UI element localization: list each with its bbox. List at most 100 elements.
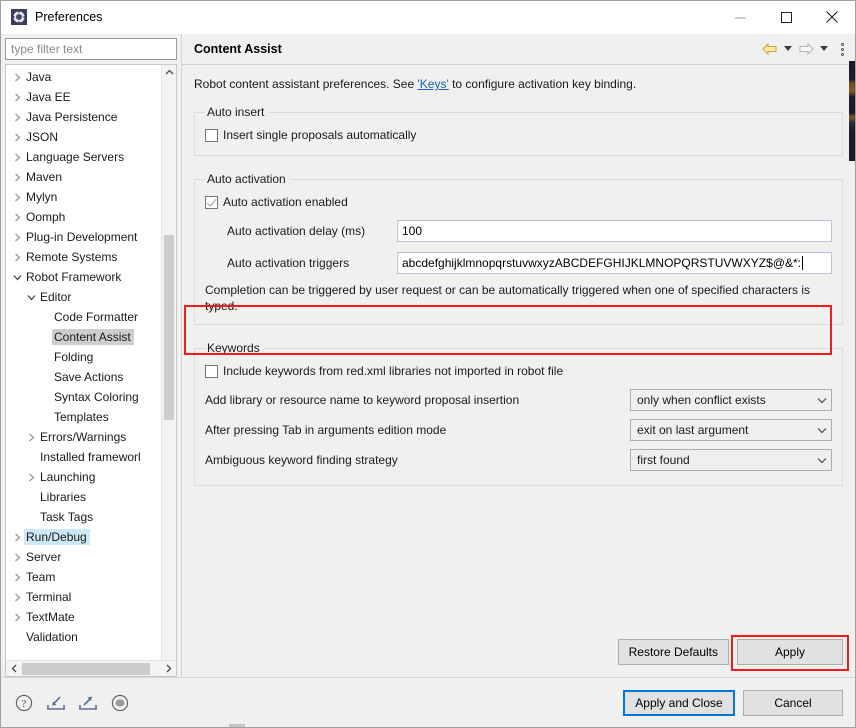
sidebar-item-code-formatter[interactable]: Code Formatter — [6, 307, 176, 327]
sidebar-item-terminal[interactable]: Terminal — [6, 587, 176, 607]
chevron-right-icon[interactable] — [10, 133, 24, 142]
auto-activation-enabled-checkbox[interactable] — [205, 195, 218, 209]
sidebar-item-robot-framework[interactable]: Robot Framework — [6, 267, 176, 287]
chevron-right-icon[interactable] — [10, 233, 24, 242]
dropdown-value: exit on last argument — [637, 423, 749, 437]
cancel-button[interactable]: Cancel — [743, 689, 843, 716]
record-icon[interactable] — [109, 692, 131, 714]
sidebar-item-libraries[interactable]: Libraries — [6, 487, 176, 507]
scroll-right-icon[interactable] — [160, 661, 176, 677]
include-keywords-checkbox-row[interactable]: Include keywords from red.xml libraries … — [205, 361, 832, 381]
sidebar-item-editor[interactable]: Editor — [6, 287, 176, 307]
tree-vertical-scrollbar[interactable] — [161, 65, 176, 676]
minimize-button[interactable] — [717, 1, 763, 34]
footer-icon-bar: ? — [13, 692, 623, 714]
sidebar-item-folding[interactable]: Folding — [6, 347, 176, 367]
sidebar-item-syntax-coloring[interactable]: Syntax Coloring — [6, 387, 176, 407]
chevron-right-icon[interactable] — [24, 473, 38, 482]
chevron-down-icon[interactable] — [817, 397, 827, 404]
sidebar-item-java-persistence[interactable]: Java Persistence — [6, 107, 176, 127]
back-dropdown-icon[interactable] — [782, 39, 794, 59]
back-arrow-icon[interactable] — [760, 39, 780, 59]
tree-scroll-thumb[interactable] — [164, 235, 174, 420]
keyword-setting-dropdown[interactable]: first found — [630, 449, 832, 471]
chevron-right-icon[interactable] — [10, 253, 24, 262]
hscroll-track[interactable] — [22, 661, 160, 677]
close-button[interactable] — [809, 1, 855, 34]
sidebar-item-validation[interactable]: Validation — [6, 627, 176, 647]
sidebar-item-content-assist[interactable]: Content Assist — [6, 327, 176, 347]
scroll-up-icon[interactable] — [162, 65, 176, 80]
preferences-tree-list[interactable]: Java Java EE Java Persistence JSON Language … — [6, 65, 176, 660]
sidebar-item-label: Remote Systems — [26, 250, 118, 264]
chevron-down-icon[interactable] — [10, 273, 24, 282]
view-menu-icon[interactable] — [835, 39, 849, 59]
help-icon[interactable]: ? — [13, 692, 35, 714]
auto-activation-enabled-checkbox-row[interactable]: Auto activation enabled — [205, 192, 832, 212]
forward-arrow-icon[interactable] — [796, 39, 816, 59]
sidebar-item-run-debug[interactable]: Run/Debug — [6, 527, 176, 547]
sidebar-item-remote-systems[interactable]: Remote Systems — [6, 247, 176, 267]
search-input[interactable]: type filter text — [5, 38, 177, 60]
apply-button[interactable]: Apply — [737, 639, 843, 665]
keyword-setting-dropdown[interactable]: only when conflict exists — [630, 389, 832, 411]
search-input-placeholder: type filter text — [11, 42, 83, 56]
sidebar-item-textmate[interactable]: TextMate — [6, 607, 176, 627]
preferences-tree[interactable]: Java Java EE Java Persistence JSON Language … — [5, 64, 177, 677]
sidebar-item-launching[interactable]: Launching — [6, 467, 176, 487]
view-menu-dot — [840, 42, 844, 46]
chevron-right-icon[interactable] — [24, 433, 38, 442]
sidebar-item-language-servers[interactable]: Language Servers — [6, 147, 176, 167]
sidebar-item-java-ee[interactable]: Java EE — [6, 87, 176, 107]
restore-defaults-button[interactable]: Restore Defaults — [617, 639, 729, 665]
chevron-right-icon[interactable] — [10, 213, 24, 222]
sidebar-item-installed-frameworl[interactable]: Installed frameworl — [6, 447, 176, 467]
chevron-down-icon[interactable] — [817, 457, 827, 464]
insert-single-proposals-checkbox[interactable] — [205, 128, 218, 142]
chevron-right-icon[interactable] — [10, 73, 24, 82]
sidebar-item-templates[interactable]: Templates — [6, 407, 176, 427]
export-icon[interactable] — [77, 692, 99, 714]
auto-activation-delay-input[interactable]: 100 — [397, 220, 832, 242]
tree-horizontal-scrollbar[interactable] — [6, 660, 176, 676]
keyword-setting-dropdown[interactable]: exit on last argument — [630, 419, 832, 441]
chevron-right-icon[interactable] — [10, 93, 24, 102]
chevron-down-icon[interactable] — [817, 427, 827, 434]
import-icon[interactable] — [45, 692, 67, 714]
sidebar-item-save-actions[interactable]: Save Actions — [6, 367, 176, 387]
chevron-right-icon[interactable] — [10, 533, 24, 542]
hscroll-thumb[interactable] — [22, 662, 150, 675]
chevron-down-icon[interactable] — [24, 293, 38, 302]
chevron-right-icon[interactable] — [10, 173, 24, 182]
sidebar-item-maven[interactable]: Maven — [6, 167, 176, 187]
sidebar-item-plug-in-development[interactable]: Plug-in Development — [6, 227, 176, 247]
chevron-right-icon[interactable] — [10, 153, 24, 162]
chevron-right-icon[interactable] — [10, 113, 24, 122]
preferences-sidebar: type filter text Java Java EE Java Persist… — [1, 34, 181, 677]
sidebar-item-java[interactable]: Java — [6, 67, 176, 87]
chevron-right-icon[interactable] — [10, 593, 24, 602]
sidebar-item-json[interactable]: JSON — [6, 127, 176, 147]
include-keywords-checkbox[interactable] — [205, 364, 218, 378]
chevron-right-icon[interactable] — [10, 193, 24, 202]
dialog-footer: ? Apply and Close Cancel — [1, 677, 855, 727]
insert-single-proposals-checkbox-row[interactable]: Insert single proposals automatically — [205, 125, 832, 145]
sidebar-item-server[interactable]: Server — [6, 547, 176, 567]
chevron-right-icon[interactable] — [10, 613, 24, 622]
gear-icon — [11, 9, 27, 25]
sidebar-item-oomph[interactable]: Oomph — [6, 207, 176, 227]
chevron-right-icon[interactable] — [10, 573, 24, 582]
scroll-left-icon[interactable] — [6, 661, 22, 677]
sidebar-item-team[interactable]: Team — [6, 567, 176, 587]
maximize-button[interactable] — [763, 1, 809, 34]
keys-link[interactable]: 'Keys' — [417, 77, 448, 91]
sidebar-item-task-tags[interactable]: Task Tags — [6, 507, 176, 527]
auto-activation-triggers-input[interactable]: abcdefghijklmnopqrstuvwxyzABCDEFGHIJKLMN… — [397, 252, 832, 274]
chevron-right-icon[interactable] — [10, 553, 24, 562]
apply-and-close-button[interactable]: Apply and Close — [623, 689, 735, 716]
sidebar-item-mylyn[interactable]: Mylyn — [6, 187, 176, 207]
keyword-setting-label: After pressing Tab in arguments edition … — [205, 423, 447, 437]
forward-dropdown-icon[interactable] — [818, 39, 830, 59]
sidebar-item-errors-warnings[interactable]: Errors/Warnings — [6, 427, 176, 447]
sidebar-item-label: Code Formatter — [54, 310, 139, 324]
